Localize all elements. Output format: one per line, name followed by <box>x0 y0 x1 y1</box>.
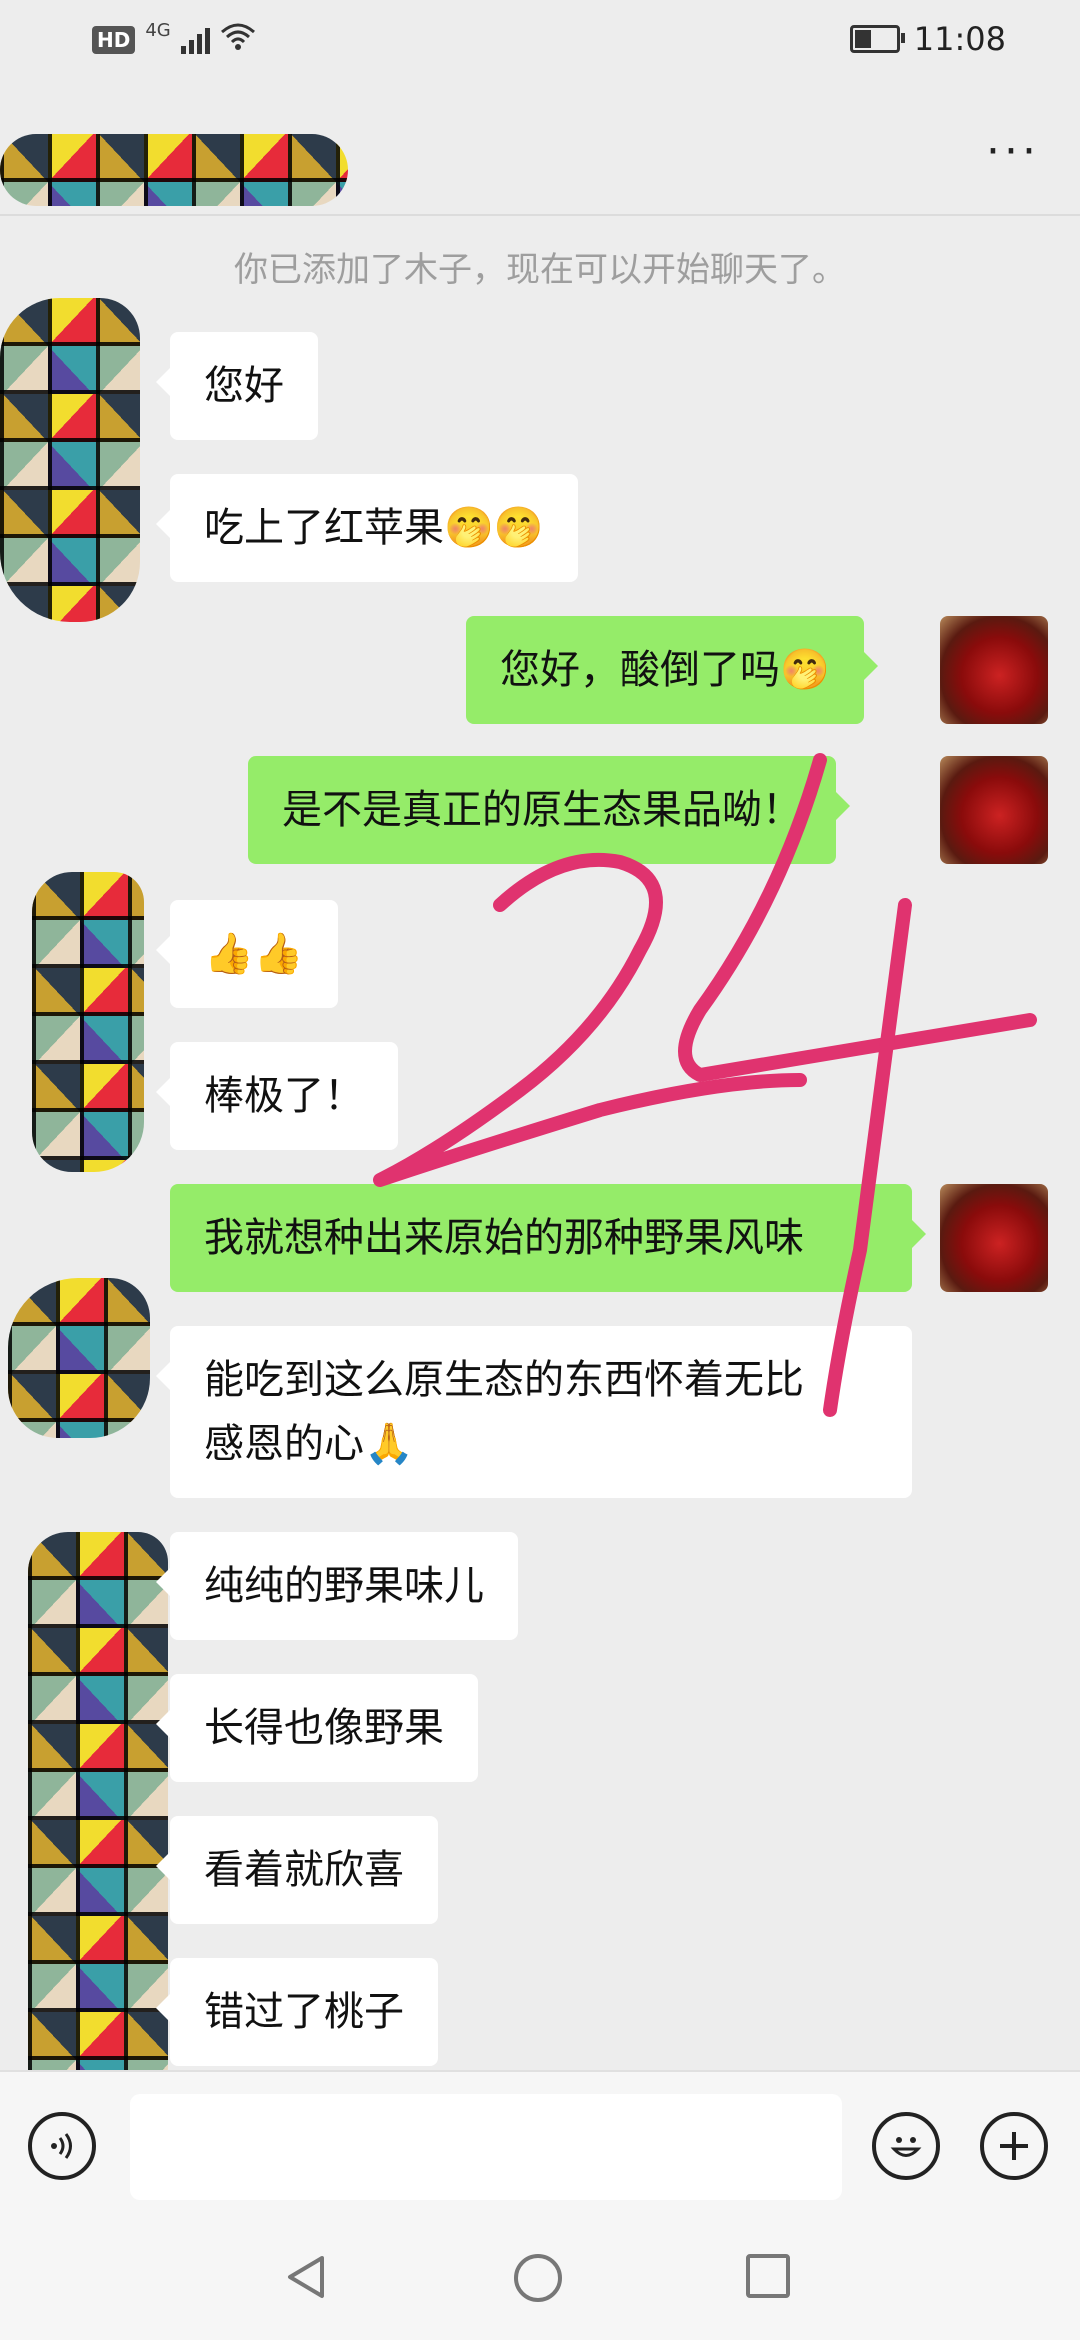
chat-header: ··· <box>0 84 1080 216</box>
message-bubble-incoming[interactable]: 错过了桃子 <box>156 1958 438 2066</box>
plus-icon <box>1000 2132 1028 2160</box>
message-bubble-outgoing[interactable]: 您好，酸倒了吗🤭 <box>466 616 878 724</box>
network-type: 4G <box>145 19 171 41</box>
message-bubble-incoming[interactable]: 👍👍 <box>156 900 338 1008</box>
clock: 11:08 <box>913 20 1006 58</box>
my-avatar[interactable] <box>940 616 1048 724</box>
message-bubble-incoming[interactable]: 看着就欣喜 <box>156 1816 438 1924</box>
my-avatar[interactable] <box>940 1184 1048 1292</box>
message-bubble-incoming[interactable]: 棒极了！ <box>156 1042 398 1150</box>
system-note: 你已添加了木子，现在可以开始聊天了。 <box>234 250 846 290</box>
message-bubble-incoming[interactable]: 吃上了红苹果🤭🤭 <box>156 474 578 582</box>
voice-input-button[interactable] <box>28 2112 96 2180</box>
more-functions-button[interactable] <box>980 2112 1048 2180</box>
message-bubble-incoming[interactable]: 您好 <box>156 332 318 440</box>
battery-icon <box>849 25 905 53</box>
voice-icon <box>51 2133 72 2159</box>
message-bubble-incoming[interactable]: 纯纯的野果味儿 <box>156 1532 518 1640</box>
back-triangle-icon[interactable] <box>282 2252 332 2302</box>
status-bar: HD 4G 11:08 <box>0 0 1080 84</box>
wifi-icon <box>220 22 256 58</box>
input-bar <box>0 2070 1080 2212</box>
message-bubble-outgoing[interactable]: 是不是真正的原生态果品呦！ <box>248 756 850 864</box>
message-bubble-incoming[interactable]: 能吃到这么原生态的东西怀着无比 感恩的心🙏 <box>156 1326 912 1498</box>
hd-badge: HD <box>92 26 136 54</box>
message-bubble-outgoing[interactable]: 我就想种出来原始的那种野果风味 <box>170 1184 926 1292</box>
smiley-icon <box>890 2137 922 2157</box>
contact-avatar <box>32 872 144 1172</box>
system-nav-bar <box>0 2210 1080 2340</box>
contact-avatar <box>8 1278 150 1438</box>
my-avatar[interactable] <box>940 756 1048 864</box>
message-input[interactable] <box>130 2094 842 2200</box>
contact-name-redaction <box>0 134 348 206</box>
home-circle-icon[interactable] <box>512 2252 564 2304</box>
recent-apps-square-icon[interactable] <box>744 2252 792 2300</box>
status-right: 11:08 <box>849 20 1006 58</box>
more-options-button[interactable]: ··· <box>986 130 1040 174</box>
message-bubble-incoming[interactable]: 长得也像野果 <box>156 1674 478 1782</box>
signal-icon <box>180 26 210 54</box>
emoji-button[interactable] <box>872 2112 940 2180</box>
contact-avatar <box>28 1532 168 2116</box>
status-left: HD 4G <box>92 19 256 58</box>
battery-level <box>854 30 871 48</box>
contact-avatar <box>0 298 140 622</box>
